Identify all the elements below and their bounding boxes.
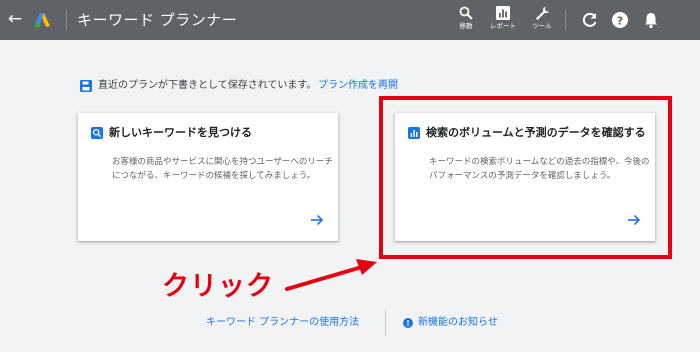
google-ads-logo-icon	[34, 13, 50, 28]
tool-goto-button[interactable]: 移動	[448, 6, 484, 38]
footer-divider	[385, 310, 386, 336]
reports-icon	[496, 6, 510, 20]
card-title: 新しいキーワードを見つける	[109, 126, 252, 139]
tool-tools-button[interactable]: ツール	[524, 6, 560, 38]
header-divider	[565, 10, 566, 30]
tool-label: ツール	[532, 22, 552, 30]
page-title: キーワード プランナー	[77, 11, 238, 29]
click-annotation: クリック	[162, 271, 274, 302]
resume-plan-link[interactable]: プラン作成を再開	[318, 78, 398, 94]
tool-label: 移動	[459, 22, 473, 30]
usage-guide-link[interactable]: キーワード プランナーの使用方法	[206, 316, 359, 330]
back-arrow-icon[interactable]: ←	[6, 9, 24, 29]
highlight-box	[379, 96, 672, 259]
search-icon	[91, 127, 103, 139]
search-icon	[459, 6, 473, 20]
discover-keywords-card[interactable]: 新しいキーワードを見つける お客様の商品やサービスに関心を持つユーザーへのリーチ…	[78, 113, 338, 241]
tool-reports-button[interactable]: レポート	[485, 6, 521, 38]
header-divider	[66, 10, 67, 30]
save-icon	[80, 80, 92, 92]
annotation-arrow-icon	[285, 259, 377, 291]
refresh-icon[interactable]	[580, 10, 600, 30]
svg-text:?: ?	[617, 14, 623, 27]
top-bar: ← キーワード プランナー 移動 レポート ツール ?	[0, 0, 700, 40]
card-description: お客様の商品やサービスに関心を持つユーザーへのリーチにつながる、キーワードの候補…	[112, 157, 333, 181]
arrow-right-icon[interactable]	[310, 213, 324, 227]
draft-notice-text: 直近のプランが下書きとして保存されています。	[98, 80, 317, 91]
notifications-icon[interactable]	[641, 10, 661, 30]
info-icon	[403, 318, 413, 328]
tool-label: レポート	[490, 22, 516, 30]
help-icon[interactable]: ?	[610, 10, 630, 30]
wrench-icon	[536, 6, 549, 20]
whats-new-link[interactable]: 新機能のお知らせ	[418, 316, 498, 330]
